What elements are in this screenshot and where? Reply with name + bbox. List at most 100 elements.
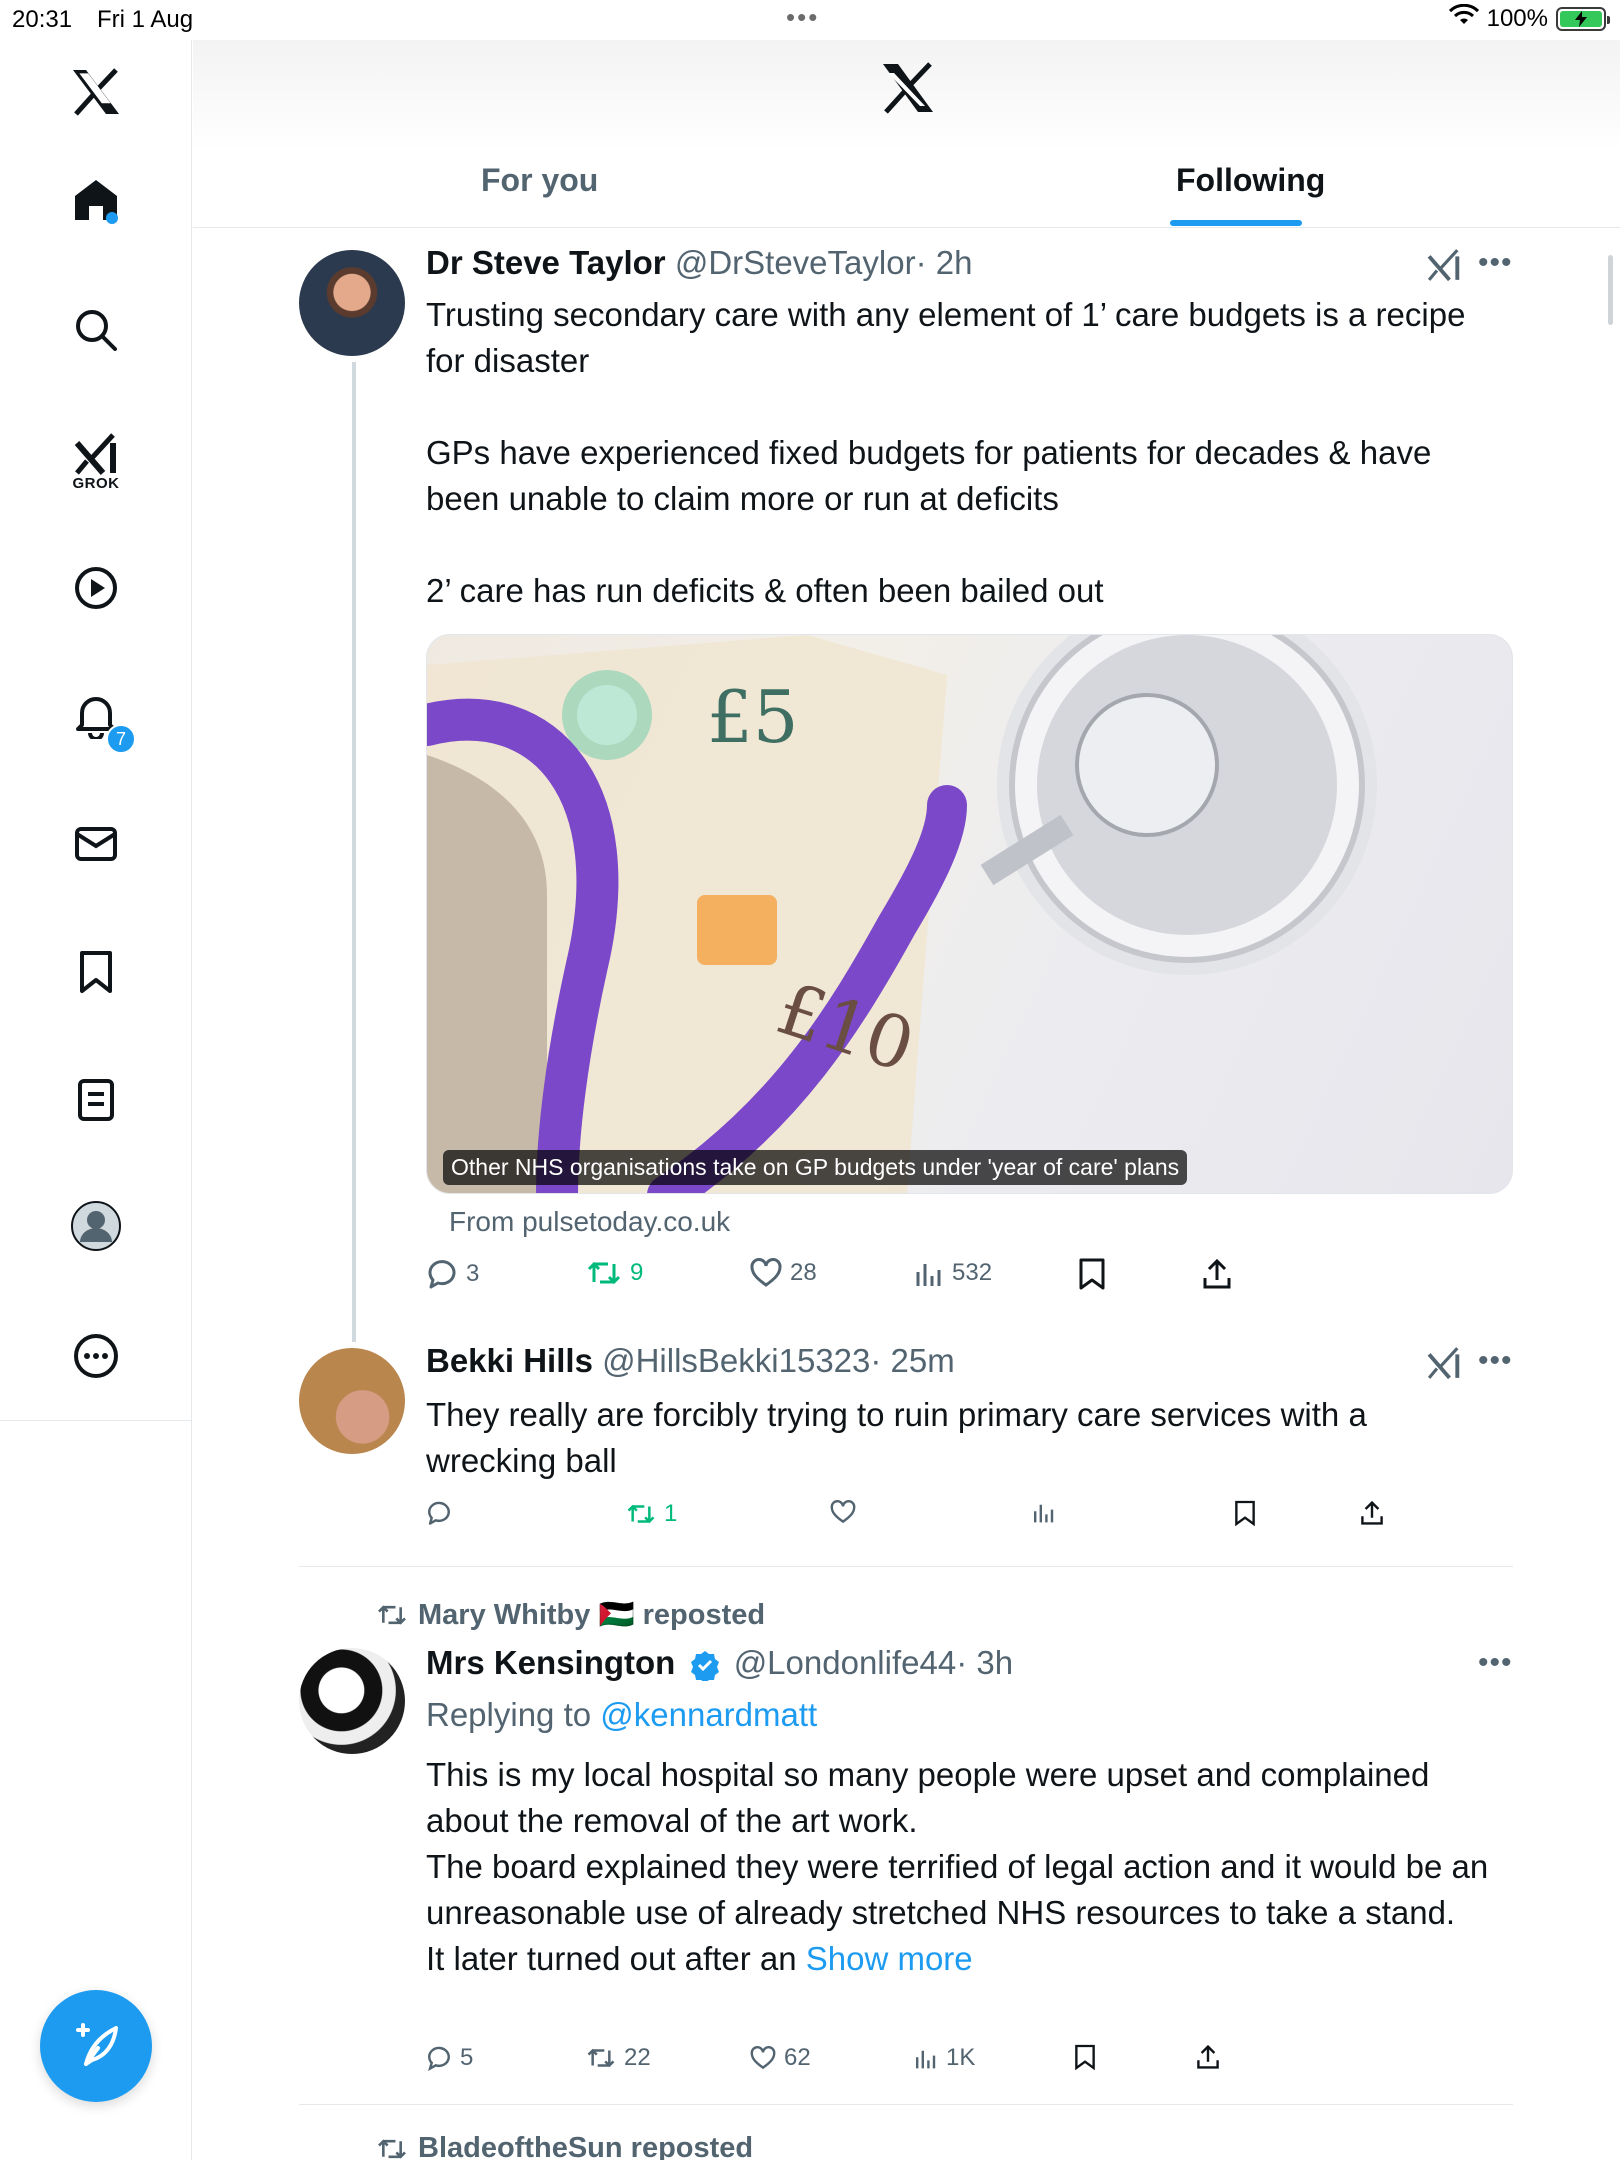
share-icon <box>1361 1500 1383 1525</box>
banknote-label: £5 <box>707 675 799 759</box>
card-source[interactable]: From pulsetoday.co.uk <box>449 1206 730 1238</box>
avatar[interactable] <box>299 1348 405 1454</box>
repost-button[interactable]: 1 <box>626 1500 677 1528</box>
post-time[interactable]: · 2h <box>916 244 973 281</box>
views-icon <box>1034 1504 1054 1523</box>
reposted-by: BladeoftheSun reposted <box>418 2132 754 2160</box>
grok-label: GROK <box>72 474 120 492</box>
repost-count: 1 <box>664 1500 678 1527</box>
bookmark-button[interactable] <box>1234 1500 1256 1526</box>
views-button[interactable]: 1K <box>914 2044 975 2072</box>
more-options-icon[interactable]: ••• <box>1478 246 1513 280</box>
bookmark-icon <box>1235 1500 1255 1526</box>
author-handle[interactable]: @Londonlife44 <box>734 1644 957 1681</box>
reply-button[interactable]: 3 <box>426 1258 479 1290</box>
post-actions: 3 9 28 532 <box>426 1258 1426 1298</box>
heart-icon <box>750 1258 782 1287</box>
like-button[interactable] <box>830 1500 856 1524</box>
profile-icon[interactable] <box>66 1196 126 1256</box>
views-button[interactable]: 532 <box>914 1258 992 1288</box>
repost-button[interactable]: 9 <box>586 1258 643 1288</box>
post-header: Dr Steve Taylor @DrSteveTaylor· 2h <box>426 244 972 282</box>
share-button[interactable] <box>1202 1258 1232 1290</box>
active-tab-indicator <box>1170 220 1302 226</box>
author-handle[interactable]: @DrSteveTaylor <box>675 244 916 281</box>
bookmark-icon <box>1075 2044 1095 2070</box>
list-icon[interactable] <box>66 1070 126 1130</box>
author-name[interactable]: Bekki Hills <box>426 1342 593 1379</box>
grok-icon[interactable] <box>1426 248 1462 287</box>
post-time[interactable]: · 25m <box>870 1342 954 1379</box>
post-actions: 5 22 62 1K <box>426 2044 1426 2084</box>
tab-following[interactable]: Following <box>1176 162 1325 199</box>
repost-count: 22 <box>624 2044 651 2071</box>
card-caption: Other NHS organisations take on GP budge… <box>443 1150 1188 1185</box>
more-options-icon[interactable]: ••• <box>1478 1344 1513 1378</box>
sidebar: GROK 7 <box>0 40 192 2160</box>
repost-button[interactable]: 22 <box>586 2044 651 2072</box>
post-actions: 1 <box>426 1500 1426 1540</box>
author-handle[interactable]: @HillsBekki15323 <box>602 1342 870 1379</box>
replying-prefix: Replying to <box>426 1696 601 1733</box>
link-card-image[interactable]: £5 £10 Other NHS organisations take on G… <box>426 634 1513 1194</box>
notification-badge: 7 <box>106 724 136 754</box>
stethoscope-banknote-image <box>427 635 1377 1193</box>
mail-icon[interactable] <box>66 814 126 874</box>
status-date: Fri 1 Aug <box>97 6 194 33</box>
compose-button[interactable] <box>40 1990 152 2102</box>
scrollbar[interactable] <box>1608 255 1613 325</box>
reply-count: 5 <box>460 2044 474 2071</box>
repost-icon <box>587 1261 621 1285</box>
post-header: Bekki Hills @HillsBekki15323· 25m <box>426 1342 955 1380</box>
post-time[interactable]: · 3h <box>956 1644 1013 1681</box>
reply-button[interactable]: 5 <box>426 2044 473 2072</box>
share-icon <box>1197 2044 1219 2069</box>
views-button[interactable] <box>1032 1500 1056 1524</box>
repost-context[interactable]: Mary Whitby 🇵🇸 reposted <box>376 1598 765 1632</box>
x-logo-icon[interactable] <box>66 62 126 122</box>
share-icon <box>1203 1258 1231 1289</box>
view-count: 1K <box>946 2044 976 2071</box>
grok-icon[interactable]: GROK <box>66 422 126 502</box>
replying-to: Replying to @kennardmatt <box>426 1696 817 1734</box>
heart-icon <box>750 2046 776 2070</box>
show-more-link[interactable]: Show more <box>806 1940 973 1977</box>
more-icon[interactable] <box>66 1326 126 1386</box>
share-button[interactable] <box>1196 2044 1220 2070</box>
tab-for-you[interactable]: For you <box>481 162 598 199</box>
author-name[interactable]: Dr Steve Taylor <box>426 244 666 281</box>
more-options-icon[interactable]: ••• <box>1478 1646 1513 1680</box>
reply-icon <box>428 1260 456 1289</box>
post-divider <box>299 2104 1513 2105</box>
share-button[interactable] <box>1360 1500 1384 1526</box>
repost-icon <box>378 1605 406 1625</box>
views-icon <box>916 1264 941 1286</box>
x-logo-icon <box>881 62 935 119</box>
author-name[interactable]: Mrs Kensington <box>426 1644 675 1681</box>
multitask-dots-icon[interactable]: ••• <box>786 2 819 33</box>
replying-to-handle[interactable]: @kennardmatt <box>600 1696 817 1733</box>
bookmark-button[interactable] <box>1074 2044 1096 2070</box>
like-count: 28 <box>790 1259 817 1286</box>
grok-icon[interactable] <box>1426 1346 1462 1385</box>
post-text-container: This is my local hospital so many people… <box>426 1752 1506 1982</box>
timeline-header: For you Following <box>193 40 1620 228</box>
home-unread-dot <box>106 212 118 224</box>
bookmark-icon[interactable] <box>66 942 126 1002</box>
avatar[interactable] <box>299 1648 405 1754</box>
repost-icon <box>378 2138 406 2159</box>
thread-connector <box>352 362 356 1342</box>
sidebar-divider <box>0 1420 192 1421</box>
bookmark-button[interactable] <box>1078 1258 1106 1290</box>
heart-icon <box>830 1500 856 1524</box>
reply-button[interactable] <box>426 1500 452 1526</box>
video-icon[interactable] <box>66 558 126 618</box>
like-button[interactable]: 62 <box>750 2044 811 2072</box>
repost-icon <box>587 2048 615 2068</box>
search-icon[interactable] <box>66 300 126 360</box>
repost-count: 9 <box>630 1259 644 1286</box>
repost-icon <box>627 1504 655 1524</box>
like-button[interactable]: 28 <box>750 1258 817 1288</box>
avatar[interactable] <box>299 250 405 356</box>
repost-context[interactable]: BladeoftheSun reposted <box>376 2132 753 2160</box>
